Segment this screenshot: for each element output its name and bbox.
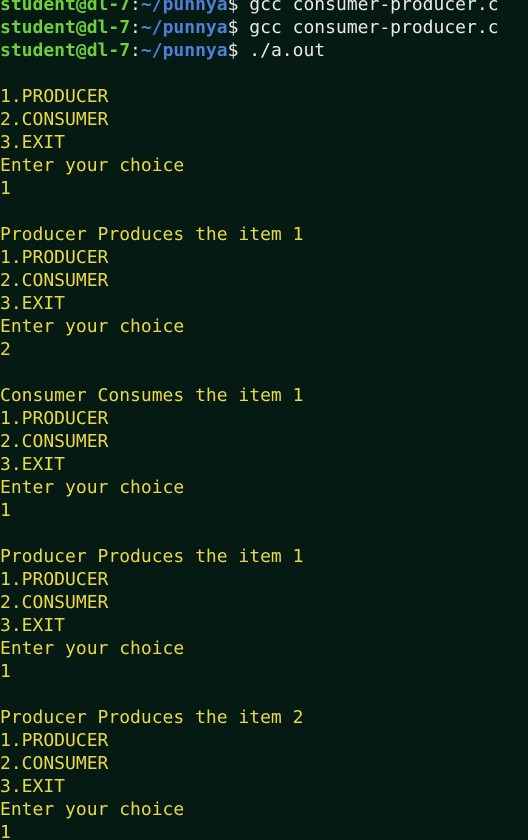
output-line: 2 <box>0 338 528 361</box>
output-text: 1 <box>0 822 11 840</box>
output-text: 3.EXIT <box>0 615 66 636</box>
command-text: ./a.out <box>249 40 326 61</box>
output-line: 2.CONSUMER <box>0 752 528 775</box>
output-line: 1 <box>0 660 528 683</box>
output-text: 2.CONSUMER <box>0 592 109 613</box>
output-text: 1.PRODUCER <box>0 86 109 107</box>
output-text: 1 <box>0 661 11 682</box>
output-text: 2.CONSUMER <box>0 431 109 452</box>
output-text: 2.CONSUMER <box>0 753 109 774</box>
output-text: Producer Produces the item 1 <box>0 224 304 245</box>
output-line: 3.EXIT <box>0 453 528 476</box>
output-line: Producer Produces the item 2 <box>0 706 528 729</box>
terminal-output: student@dl-7:~/punnya$ gcc consumer-prod… <box>0 0 528 840</box>
output-line: Enter your choice <box>0 315 528 338</box>
output-text: 1.PRODUCER <box>0 730 109 751</box>
prompt-colon: : <box>130 40 141 61</box>
prompt-user-host: student@dl-7 <box>0 17 131 38</box>
command-text: gcc consumer-producer.c <box>249 17 499 38</box>
output-line: 1.PRODUCER <box>0 85 528 108</box>
output-text: 1 <box>0 500 11 521</box>
output-text: Enter your choice <box>0 799 185 820</box>
prompt-dollar: $ <box>227 40 239 61</box>
prompt-user-host: student@dl-7 <box>0 0 131 15</box>
output-line: Enter your choice <box>0 476 528 499</box>
output-line: 1.PRODUCER <box>0 568 528 591</box>
prompt-path: ~/punnya <box>140 0 228 15</box>
output-text: 3.EXIT <box>0 454 66 475</box>
output-text: 3.EXIT <box>0 293 66 314</box>
output-line: 2.CONSUMER <box>0 591 528 614</box>
output-line: 1 <box>0 177 528 200</box>
command-text: gcc consumer-producer.c <box>249 0 499 15</box>
output-text: 1.PRODUCER <box>0 247 109 268</box>
prompt-user-host: student@dl-7 <box>0 40 131 61</box>
output-line: 2.CONSUMER <box>0 430 528 453</box>
output-text: 3.EXIT <box>0 132 66 153</box>
output-text: Enter your choice <box>0 316 185 337</box>
output-text: 1.PRODUCER <box>0 569 109 590</box>
output-text: Enter your choice <box>0 638 185 659</box>
output-line: 1.PRODUCER <box>0 407 528 430</box>
output-line: 3.EXIT <box>0 292 528 315</box>
prompt-colon: : <box>130 17 141 38</box>
output-text: Enter your choice <box>0 477 185 498</box>
output-line: 3.EXIT <box>0 775 528 798</box>
prompt-dollar: $ <box>227 0 239 15</box>
prompt-colon: : <box>130 0 141 15</box>
output-text: Producer Produces the item 1 <box>0 546 304 567</box>
prompt-path: ~/punnya <box>140 40 228 61</box>
output-line: 1 <box>0 499 528 522</box>
prompt-line: student@dl-7:~/punnya$ gcc consumer-prod… <box>0 0 528 16</box>
output-text: 3.EXIT <box>0 776 66 797</box>
output-line: Producer Produces the item 1 <box>0 545 528 568</box>
output-line: 3.EXIT <box>0 614 528 637</box>
output-line: Enter your choice <box>0 637 528 660</box>
output-line: Consumer Consumes the item 1 <box>0 384 528 407</box>
output-line: 1.PRODUCER <box>0 729 528 752</box>
output-text: 2 <box>0 339 11 360</box>
output-line: 1 <box>0 821 528 840</box>
output-text: 1.PRODUCER <box>0 408 109 429</box>
terminal-window[interactable]: student@dl-7:~/punnya$ gcc consumer-prod… <box>0 0 528 840</box>
output-line: 2.CONSUMER <box>0 108 528 131</box>
prompt-path: ~/punnya <box>140 17 228 38</box>
output-line: Enter your choice <box>0 798 528 821</box>
output-text: 1 <box>0 178 11 199</box>
output-text: Producer Produces the item 2 <box>0 707 304 728</box>
output-text: Enter your choice <box>0 155 185 176</box>
output-text: Consumer Consumes the item 1 <box>0 385 304 406</box>
output-line: 2.CONSUMER <box>0 269 528 292</box>
prompt-line: student@dl-7:~/punnya$ ./a.out <box>0 39 528 62</box>
output-line: 1.PRODUCER <box>0 246 528 269</box>
prompt-dollar: $ <box>227 17 239 38</box>
output-line: Enter your choice <box>0 154 528 177</box>
output-text: 2.CONSUMER <box>0 109 109 130</box>
output-line: 3.EXIT <box>0 131 528 154</box>
prompt-line: student@dl-7:~/punnya$ gcc consumer-prod… <box>0 16 528 39</box>
output-text: 2.CONSUMER <box>0 270 109 291</box>
output-line: Producer Produces the item 1 <box>0 223 528 246</box>
